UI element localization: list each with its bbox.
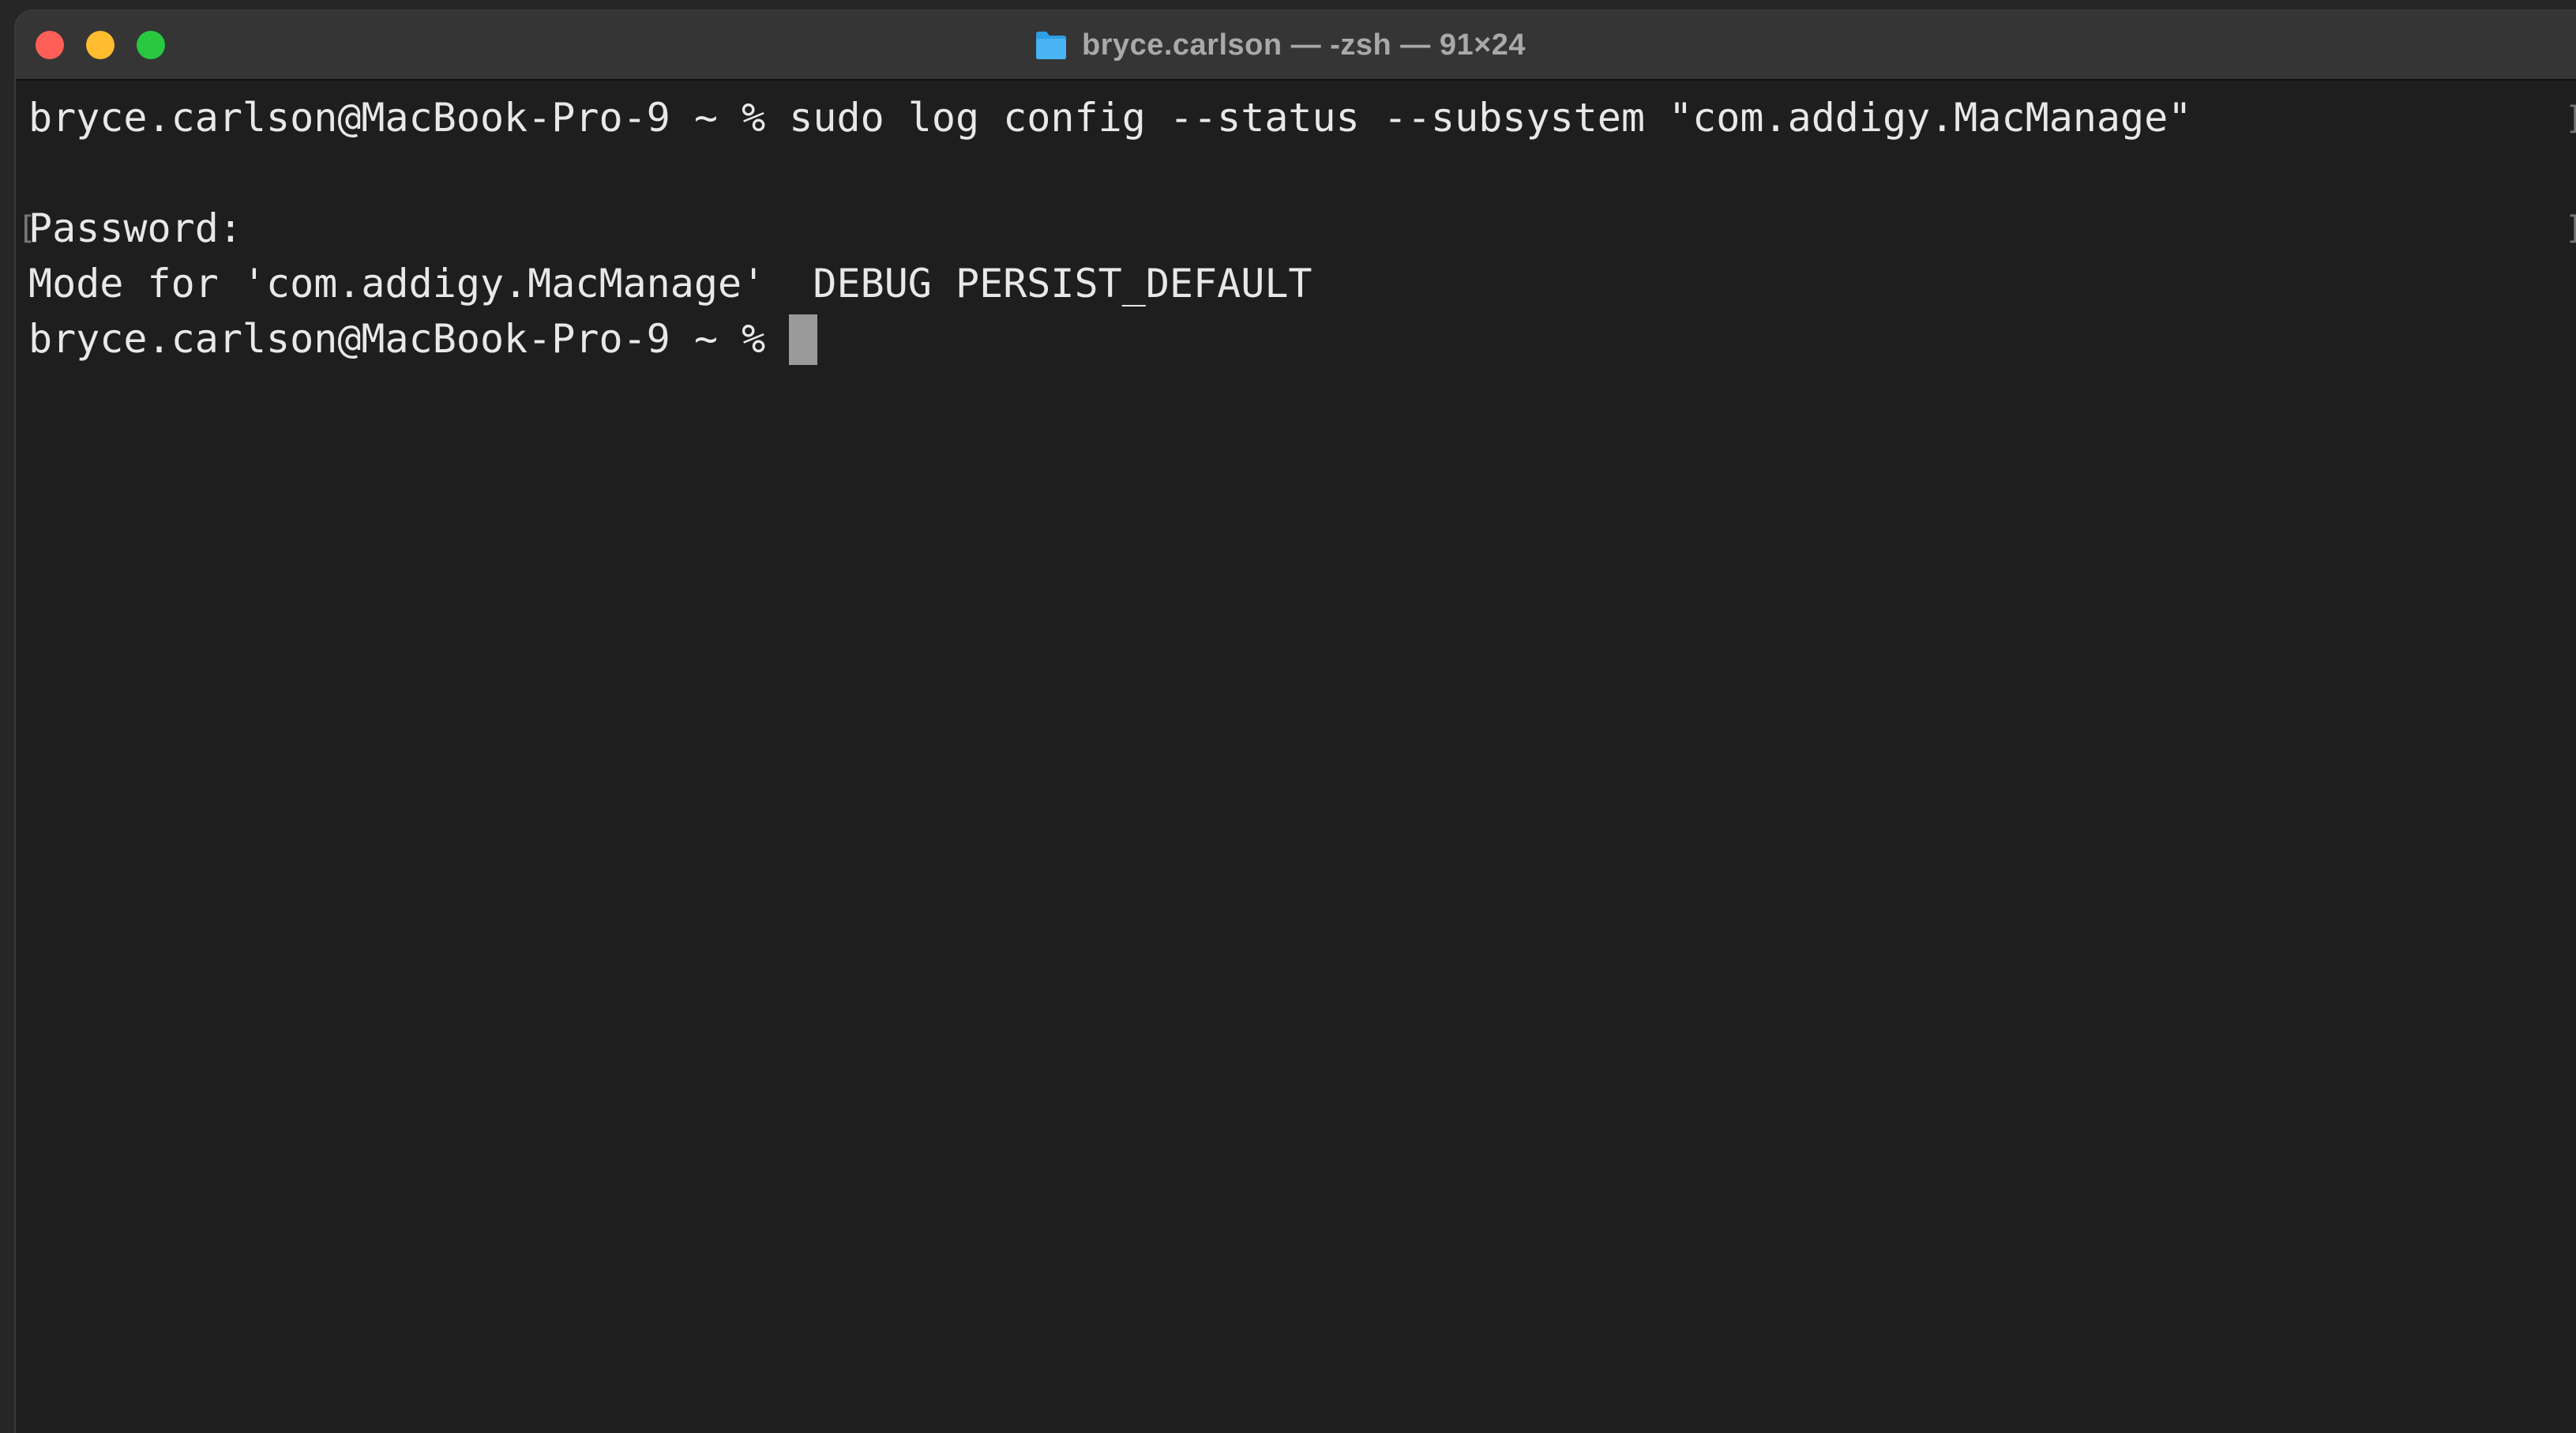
window-title: bryce.carlson — -zsh — 91×24 — [1081, 28, 1526, 62]
mark-bracket: ] — [2565, 205, 2576, 252]
prompt: bryce.carlson@MacBook-Pro-9 ~ % — [28, 316, 790, 362]
terminal-output[interactable]: bryce.carlson@MacBook-Pro-9 ~ % sudo log… — [16, 81, 2576, 1433]
terminal-window: bryce.carlson — -zsh — 91×24 bryce.carls… — [16, 11, 2576, 1433]
text-cursor — [789, 314, 818, 365]
mark-bracket: ] — [2565, 95, 2576, 142]
folder-icon — [1035, 29, 1068, 61]
terminal-line: Mode for 'com.addigy.MacManage' DEBUG PE… — [28, 261, 1312, 307]
window-title-container: bryce.carlson — -zsh — 91×24 — [16, 11, 2576, 79]
title-bar[interactable]: bryce.carlson — -zsh — 91×24 — [16, 11, 2576, 81]
terminal-line: bryce.carlson@MacBook-Pro-9 ~ % sudo log… — [28, 95, 2192, 141]
prompt-line[interactable]: bryce.carlson@MacBook-Pro-9 ~ % — [28, 311, 818, 367]
terminal-line: Password: — [28, 205, 242, 251]
